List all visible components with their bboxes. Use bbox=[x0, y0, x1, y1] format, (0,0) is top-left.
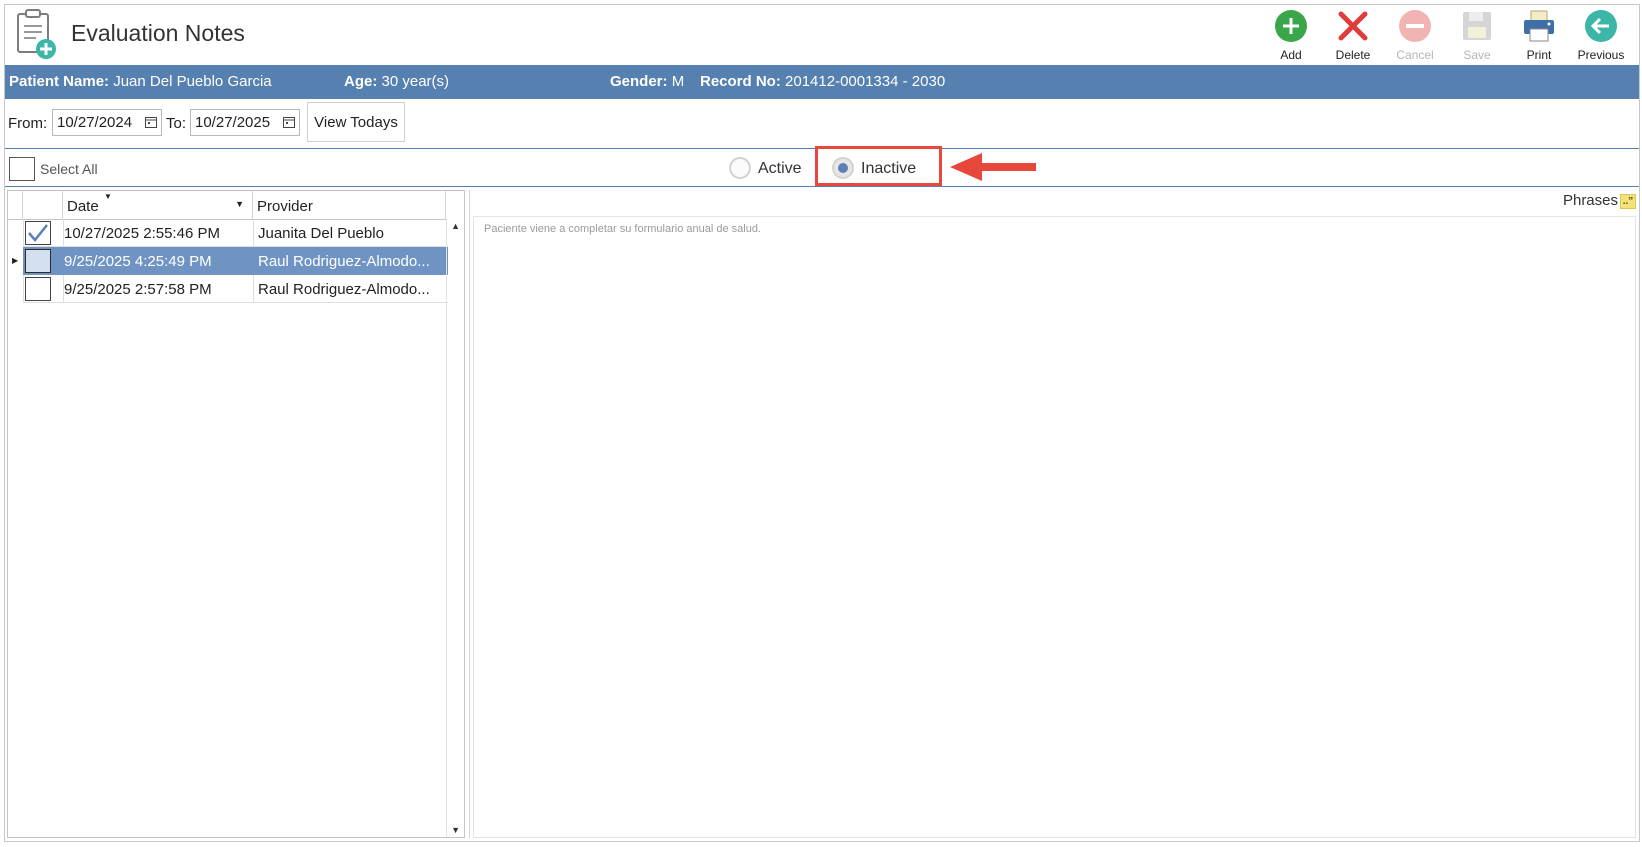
row-provider: Raul Rodriguez-Almodo... bbox=[258, 253, 430, 270]
patient-name-label: Patient Name: bbox=[9, 73, 110, 90]
notes-grid: Date ▼ ▼ Provider 10/27/2025 2:55:46 PM … bbox=[7, 190, 465, 838]
print-button[interactable]: Print bbox=[1508, 6, 1570, 62]
inactive-highlight-box bbox=[815, 146, 942, 186]
provider-column-header[interactable]: Provider bbox=[253, 191, 446, 219]
panel-divider[interactable] bbox=[469, 190, 470, 838]
provider-column-label: Provider bbox=[257, 198, 313, 215]
cancel-button[interactable]: Cancel bbox=[1384, 6, 1446, 62]
record-no: 201412-0001334 - 2030 bbox=[785, 73, 946, 90]
delete-icon bbox=[1338, 11, 1368, 41]
date-column-header[interactable]: Date ▼ ▼ bbox=[63, 191, 253, 219]
filter-icon[interactable]: ▼ bbox=[104, 192, 112, 201]
row-date: 9/25/2025 2:57:58 PM bbox=[64, 281, 212, 298]
row-checkbox[interactable] bbox=[25, 221, 51, 245]
notes-textarea[interactable]: Paciente viene a completar su formulario… bbox=[473, 216, 1636, 838]
patient-info-bar: Patient Name: Juan Del Pueblo Garcia Age… bbox=[5, 65, 1639, 99]
calendar-icon[interactable] bbox=[283, 116, 295, 128]
scroll-down-icon[interactable]: ▼ bbox=[451, 825, 460, 835]
previous-button[interactable]: Previous bbox=[1570, 6, 1632, 62]
row-checkbox[interactable] bbox=[25, 249, 51, 273]
to-date-value: 10/27/2025 bbox=[195, 114, 271, 131]
table-row[interactable]: ▶ 9/25/2025 4:25:49 PM Raul Rodriguez-Al… bbox=[8, 247, 448, 275]
active-radio[interactable] bbox=[729, 157, 751, 179]
row-provider: Juanita Del Pueblo bbox=[258, 225, 384, 242]
grid-scrollbar[interactable] bbox=[446, 219, 464, 837]
calendar-icon[interactable] bbox=[145, 116, 157, 128]
add-icon bbox=[1275, 10, 1307, 42]
add-button[interactable]: Add bbox=[1260, 6, 1322, 62]
print-icon bbox=[1524, 10, 1554, 42]
row-checkbox[interactable] bbox=[25, 277, 51, 301]
table-row[interactable]: 10/27/2025 2:55:46 PM Juanita Del Pueblo bbox=[8, 219, 448, 247]
phrases-icon[interactable]: ..” bbox=[1620, 194, 1636, 209]
patient-gender: M bbox=[671, 73, 685, 90]
delete-button[interactable]: Delete bbox=[1322, 6, 1384, 62]
to-label: To: bbox=[166, 115, 187, 132]
patient-age: 30 year(s) bbox=[381, 73, 450, 90]
print-button-label: Print bbox=[1526, 48, 1552, 62]
save-button-label: Save bbox=[1463, 48, 1491, 62]
notes-text: Paciente viene a completar su formulario… bbox=[484, 223, 761, 235]
toolbar: Add Delete Cancel Save Print Previous bbox=[1260, 6, 1632, 62]
age-label: Age: bbox=[344, 73, 378, 90]
phrases-label[interactable]: Phrases bbox=[1563, 192, 1618, 209]
row-indicator-icon: ▶ bbox=[12, 256, 19, 265]
from-date-field[interactable]: 10/27/2024 bbox=[52, 109, 162, 136]
to-date-field[interactable]: 10/27/2025 bbox=[190, 109, 300, 136]
divider bbox=[5, 186, 1639, 187]
previous-button-label: Previous bbox=[1577, 48, 1625, 62]
annotation-arrow bbox=[950, 153, 1036, 181]
gender-label: Gender: bbox=[610, 73, 668, 90]
evaluation-notes-app-icon bbox=[17, 9, 56, 59]
active-radio-label: Active bbox=[758, 160, 802, 177]
row-date: 10/27/2025 2:55:46 PM bbox=[64, 225, 220, 242]
date-column-label: Date bbox=[67, 198, 99, 215]
table-row[interactable]: 9/25/2025 2:57:58 PM Raul Rodriguez-Almo… bbox=[8, 275, 448, 303]
page-title: Evaluation Notes bbox=[71, 20, 245, 46]
scroll-up-icon[interactable]: ▲ bbox=[451, 221, 460, 231]
checkmark-icon bbox=[28, 224, 48, 242]
header-indicator-cell bbox=[8, 191, 23, 219]
select-all-label: Select All bbox=[40, 161, 98, 177]
dropdown-arrow-icon[interactable]: ▼ bbox=[235, 199, 244, 209]
row-date: 9/25/2025 4:25:49 PM bbox=[64, 253, 212, 270]
previous-icon bbox=[1585, 10, 1617, 42]
view-todays-button[interactable]: View Todays bbox=[307, 102, 405, 142]
grid-header: Date ▼ ▼ Provider bbox=[8, 191, 446, 220]
save-button[interactable]: Save bbox=[1446, 6, 1508, 62]
record-no-label: Record No: bbox=[700, 73, 781, 90]
from-label: From: bbox=[8, 115, 48, 132]
patient-name: Juan Del Pueblo Garcia bbox=[113, 73, 272, 90]
row-provider: Raul Rodriguez-Almodo... bbox=[258, 281, 430, 298]
delete-button-label: Delete bbox=[1335, 48, 1371, 62]
cancel-icon bbox=[1399, 10, 1431, 42]
from-date-value: 10/27/2024 bbox=[57, 114, 133, 131]
add-button-label: Add bbox=[1280, 48, 1302, 62]
save-icon bbox=[1463, 12, 1491, 40]
header-check-cell bbox=[23, 191, 63, 219]
cancel-button-label: Cancel bbox=[1396, 48, 1434, 62]
select-all-checkbox[interactable] bbox=[9, 157, 35, 181]
